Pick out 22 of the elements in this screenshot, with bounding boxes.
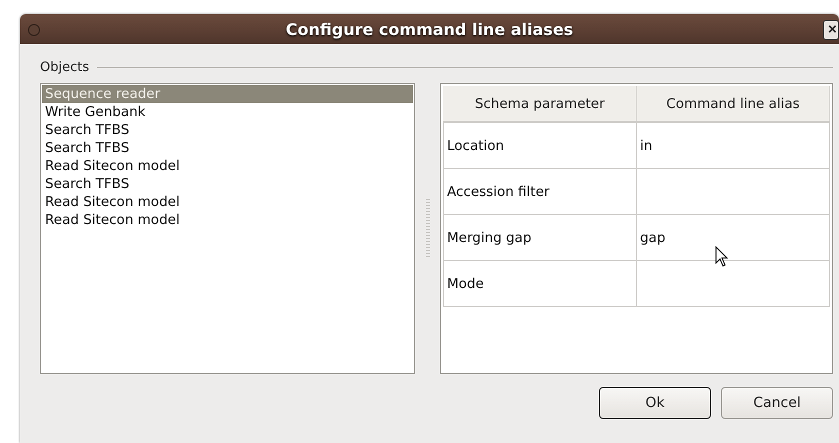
group-label: Objects [40, 60, 90, 75]
table-cell[interactable] [636, 168, 830, 214]
column-header[interactable]: Command line alias [636, 86, 830, 122]
ok-button[interactable]: Ok [599, 387, 711, 419]
list-item[interactable]: Read Sitecon model [42, 211, 414, 229]
mouse-pointer-icon [715, 246, 729, 268]
list-item[interactable]: Search TFBS [42, 175, 414, 193]
list-item[interactable]: Search TFBS [42, 139, 414, 157]
window-menu-icon[interactable] [28, 24, 40, 36]
cancel-button[interactable]: Cancel [721, 387, 833, 419]
list-item[interactable]: Read Sitecon model [42, 193, 414, 211]
table-cell: Merging gap [443, 214, 636, 260]
list-item[interactable]: Write Genbank [42, 103, 414, 121]
table-cell: Accession filter [443, 168, 636, 214]
close-button[interactable]: × [823, 20, 839, 40]
list-item[interactable]: Search TFBS [42, 121, 414, 139]
table-cell[interactable]: in [636, 122, 830, 168]
column-header[interactable]: Schema parameter [443, 86, 636, 122]
table-cell: Mode [443, 260, 636, 306]
table-cell: Location [443, 122, 636, 168]
window-title: Configure command line aliases [284, 20, 574, 38]
list-item[interactable]: Read Sitecon model [42, 157, 414, 175]
